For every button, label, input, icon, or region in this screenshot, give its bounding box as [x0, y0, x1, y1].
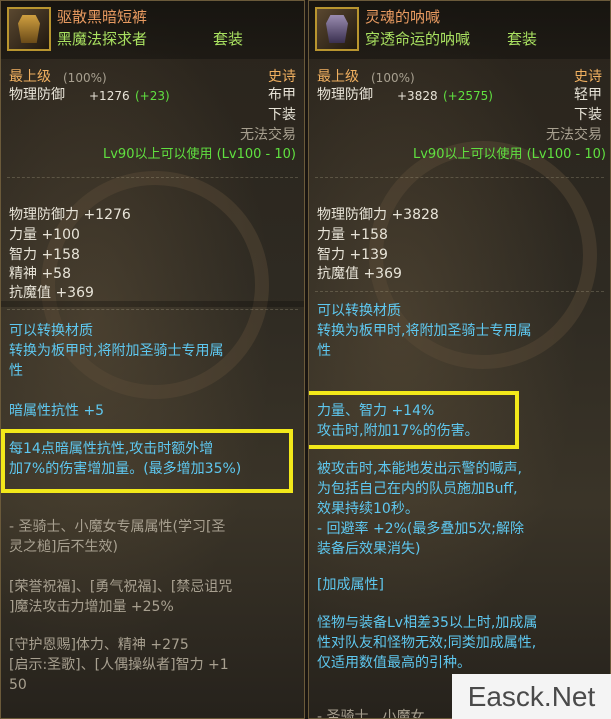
highlight-line: 每14点暗属性抗性,攻击时额外增 — [9, 441, 214, 457]
tooltip-header: 驱散黑暗短裤 黑魔法探求者 套装 — [1, 1, 304, 59]
convert-line: 可以转换材质 — [9, 323, 93, 339]
item-title: 驱散黑暗短裤 — [57, 8, 148, 26]
equip-slot: 下装 — [268, 107, 296, 123]
phys-def-value: +3828 — [397, 89, 438, 103]
trade-status: 无法交易 — [546, 127, 602, 143]
extra-line: [启示:圣歌]、[人偶操纵者]智力 +1 — [9, 657, 229, 673]
stat-line: 物理防御力 +3828 — [317, 207, 439, 223]
grade-percent: (100%) — [371, 71, 415, 85]
stat-line: 精神 +58 — [9, 266, 71, 282]
bonus-header: [加成属性] — [317, 577, 384, 593]
rarity: 史诗 — [574, 69, 602, 85]
bonus-line: 怪物与装备Lv相差35以上时,加成属 — [317, 615, 538, 631]
skill-line: ]魔法攻击力增加量 +25% — [9, 599, 174, 615]
phys-def-value: +1276 — [89, 89, 130, 103]
stat-line: 智力 +158 — [9, 247, 80, 263]
stat-line: 智力 +139 — [317, 247, 388, 263]
shout-line: 为包括自己在内的队员施加Buff, — [317, 481, 518, 497]
divider — [315, 177, 604, 178]
grade-percent: (100%) — [63, 71, 107, 85]
exclusive-line: 灵之槌]后不生效) — [9, 539, 118, 555]
extra-line: 50 — [9, 677, 27, 693]
shorts-item-icon — [7, 7, 51, 51]
level-requirement: Lv90以上可以使用 (Lv100 - 10) — [412, 147, 606, 162]
armor-type: 布甲 — [268, 87, 296, 103]
convert-line: 转换为板甲时,将附加圣骑士专用属 — [317, 323, 532, 339]
highlight-line: 加7%的伤害增加量。(最多增加35%) — [9, 461, 242, 477]
armor-type: 轻甲 — [574, 87, 602, 103]
equip-slot: 下装 — [574, 107, 602, 123]
stat-line: 力量 +158 — [317, 227, 388, 243]
convert-line: 可以转换材质 — [317, 303, 401, 319]
phys-def-label: 物理防御 — [317, 87, 373, 103]
set-label: 套装 — [507, 30, 538, 48]
bonus-line: 性对队友和怪物无效;同类加成属性, — [317, 635, 537, 651]
item-tooltip-left: 驱散黑暗短裤 黑魔法探求者 套装 最上级 (100%) 史诗 物理防御 +127… — [0, 0, 305, 719]
armor-item-icon — [315, 7, 359, 51]
stat-line: 抗魔值 +369 — [9, 285, 94, 301]
item-title: 灵魂的呐喊 — [365, 8, 441, 26]
shout-line: 被攻击时,本能地发出示警的喊声, — [317, 461, 522, 477]
shout-line: 装备后效果消失) — [317, 541, 421, 557]
stat-line: 抗魔值 +369 — [317, 266, 402, 282]
item-tooltip-right: 灵魂的呐喊 穿透命运的呐喊 套装 最上级 (100%) 史诗 物理防御 +382… — [308, 0, 611, 719]
bonus-line: 仅适用数值最高的引种。 — [317, 655, 471, 671]
stat-line: 力量 +100 — [9, 227, 80, 243]
set-name: 黑魔法探求者 — [57, 30, 148, 48]
convert-line: 性 — [9, 363, 23, 379]
divider — [7, 177, 298, 178]
grade: 最上级 — [317, 69, 359, 85]
phys-def-bonus: (+2575) — [443, 89, 493, 103]
highlight-box — [309, 391, 519, 449]
phys-def-label: 物理防御 — [9, 87, 65, 103]
stat-line: 物理防御力 +1276 — [9, 207, 131, 223]
dark-resist: 暗属性抗性 +5 — [9, 403, 105, 419]
convert-line: 性 — [317, 343, 331, 359]
skill-line: [荣誉祝福]、[勇气祝福]、[禁忌诅咒 — [9, 579, 233, 595]
rarity: 史诗 — [268, 69, 296, 85]
highlight-line: 攻击时,附加17%的伤害。 — [317, 423, 479, 439]
phys-def-bonus: (+23) — [135, 89, 170, 103]
set-name: 穿透命运的呐喊 — [365, 30, 471, 48]
set-label: 套装 — [213, 30, 244, 48]
exclusive-line: - 圣骑士、小魔女专属属性(学习[圣 — [9, 519, 226, 535]
watermark: Easck.Net — [452, 674, 611, 719]
shout-line: 效果持续10秒。 — [317, 501, 419, 517]
divider — [315, 291, 604, 292]
level-requirement: Lv90以上可以使用 (Lv100 - 10) — [102, 147, 296, 162]
exclusive-line: - 圣骑士、小魔女 — [317, 709, 425, 719]
extra-line: [守护恩赐]体力、精神 +275 — [9, 637, 189, 653]
highlight-line: 力量、智力 +14% — [317, 403, 435, 419]
trade-status: 无法交易 — [240, 127, 296, 143]
background-bar — [1, 301, 304, 307]
convert-line: 转换为板甲时,将附加圣骑士专用属 — [9, 343, 224, 359]
divider — [7, 309, 298, 310]
grade: 最上级 — [9, 69, 51, 85]
tooltip-header: 灵魂的呐喊 穿透命运的呐喊 套装 — [309, 1, 610, 59]
shout-line: - 回避率 +2%(最多叠加5次;解除 — [317, 521, 524, 537]
